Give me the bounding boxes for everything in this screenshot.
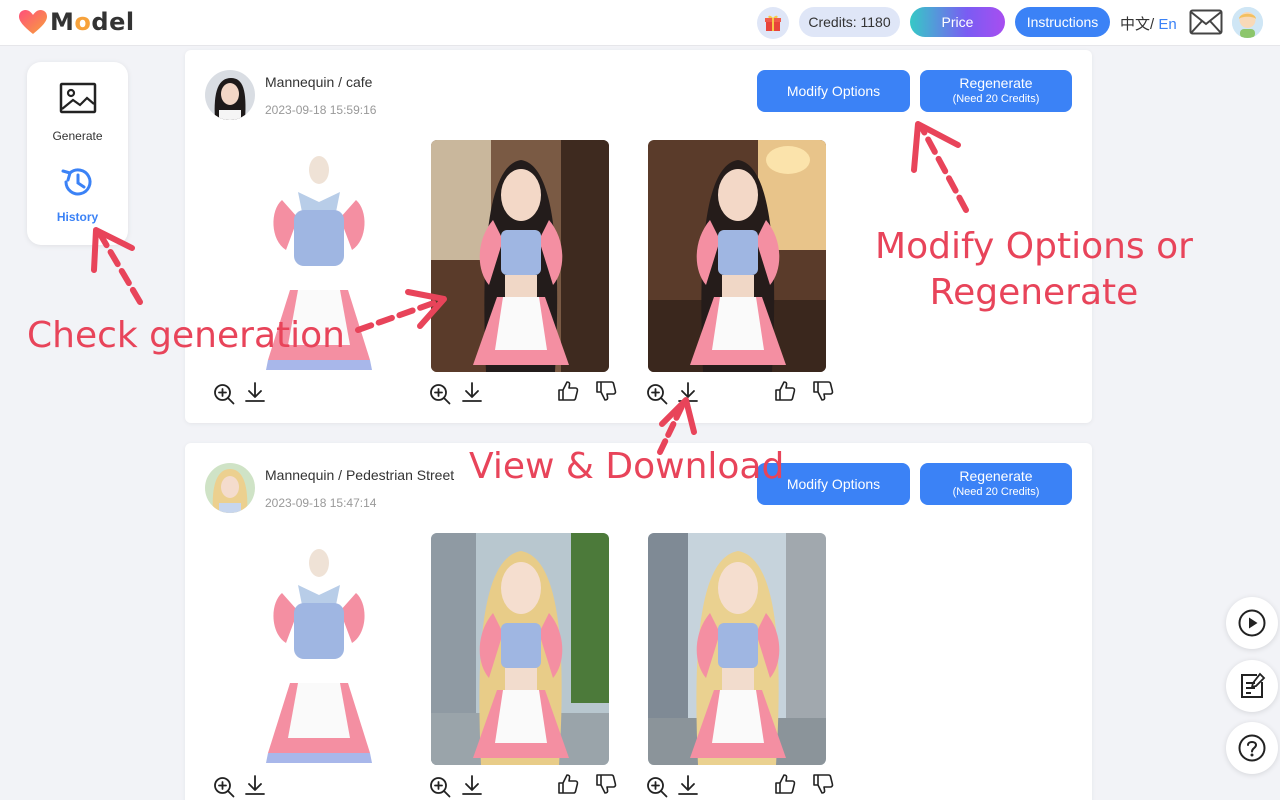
zoom-in-icon (214, 777, 235, 798)
thumbs-up-button[interactable] (557, 380, 579, 402)
zoom-in-button[interactable] (213, 776, 235, 798)
lang-en-option[interactable]: En (1158, 16, 1176, 33)
credits-badge[interactable]: Credits: 1180 (799, 7, 900, 37)
generated-model-cafe-image (431, 140, 609, 372)
download-button[interactable] (677, 381, 699, 403)
play-icon (1238, 609, 1266, 637)
price-button[interactable]: Price (910, 7, 1005, 37)
user-avatar[interactable] (1232, 7, 1263, 38)
download-button[interactable] (244, 774, 266, 796)
record-title: Mannequin / Pedestrian Street (265, 467, 455, 483)
thumbs-up-icon (775, 774, 796, 794)
help-question-icon (1238, 734, 1266, 762)
sidebar-item-label: History (56, 210, 99, 224)
zoom-in-icon (647, 777, 668, 798)
download-icon (245, 382, 265, 402)
image-icon (59, 82, 96, 114)
top-header: Model Credits: 1180 Price Instructions 中… (0, 0, 1280, 46)
thumbs-up-icon (558, 774, 579, 794)
regenerate-cost: (Need 20 Credits) (952, 486, 1040, 498)
zoom-in-button[interactable] (429, 383, 451, 405)
download-icon (678, 382, 698, 402)
mannequin-image[interactable] (230, 533, 408, 765)
sidebar-item-history[interactable]: History (27, 164, 128, 224)
thumbs-up-icon (775, 381, 796, 401)
zoom-in-button[interactable] (429, 776, 451, 798)
thumbs-down-icon (813, 774, 834, 794)
logo[interactable]: Model (18, 7, 135, 37)
feedback-button[interactable] (1226, 660, 1278, 712)
help-button[interactable] (1226, 722, 1278, 774)
zoom-in-icon (430, 384, 451, 405)
user-avatar-icon (1232, 7, 1263, 38)
record-time: 2023-09-18 15:47:14 (265, 496, 377, 510)
download-icon (462, 775, 482, 795)
thumbs-down-button[interactable] (595, 380, 617, 402)
history-icon (61, 168, 91, 196)
mail-icon[interactable] (1189, 9, 1223, 35)
model-avatar-image (205, 463, 255, 513)
record-avatar (205, 70, 255, 120)
thumbs-down-button[interactable] (812, 773, 834, 795)
record-time: 2023-09-18 15:59:16 (265, 103, 377, 117)
generated-image[interactable] (648, 140, 826, 372)
sidebar-item-generate[interactable]: Generate (27, 82, 128, 143)
zoom-in-button[interactable] (213, 383, 235, 405)
regenerate-button[interactable]: Regenerate (Need 20 Credits) (920, 70, 1072, 112)
thumbs-up-icon (558, 381, 579, 401)
thumbs-up-button[interactable] (557, 773, 579, 795)
generated-model-street-image (431, 533, 609, 765)
download-icon (678, 775, 698, 795)
record-title: Mannequin / cafe (265, 74, 373, 90)
annotation-view-download: View & Download (469, 446, 785, 487)
zoom-in-button[interactable] (646, 383, 668, 405)
record-avatar (205, 463, 255, 513)
modify-options-button[interactable]: Modify Options (757, 70, 910, 112)
download-button[interactable] (677, 774, 699, 796)
sidebar-item-label: Generate (52, 129, 103, 143)
history-record-card: Mannequin / Pedestrian Street 2023-09-18… (185, 443, 1092, 800)
thumbs-down-icon (596, 381, 617, 401)
zoom-in-icon (214, 384, 235, 405)
thumbs-down-icon (813, 381, 834, 401)
zoom-in-icon (430, 777, 451, 798)
logo-text: Model (50, 8, 135, 36)
download-button[interactable] (461, 774, 483, 796)
model-avatar-image (205, 70, 255, 120)
edit-note-icon (1241, 672, 1266, 698)
thumbs-up-button[interactable] (774, 380, 796, 402)
annotation-modify: Modify Options or Regenerate (875, 226, 1193, 313)
generated-image[interactable] (648, 533, 826, 765)
instructions-button[interactable]: Instructions (1015, 7, 1110, 37)
thumbs-down-button[interactable] (812, 380, 834, 402)
annotation-check-generation: Check generation (27, 315, 345, 356)
language-switch: 中文/ En (1120, 13, 1177, 34)
zoom-in-button[interactable] (646, 776, 668, 798)
regenerate-label: Regenerate (959, 75, 1033, 91)
regenerate-label: Regenerate (959, 468, 1033, 484)
generated-image[interactable] (431, 533, 609, 765)
thumbs-down-button[interactable] (595, 773, 617, 795)
generated-image[interactable] (431, 140, 609, 372)
regenerate-cost: (Need 20 Credits) (952, 93, 1040, 105)
download-icon (245, 775, 265, 795)
sidebar: Generate History (27, 62, 128, 245)
generated-model-cafe-image (648, 140, 826, 372)
generated-model-street-image (648, 533, 826, 765)
lang-zh-option[interactable]: 中文 (1120, 16, 1150, 33)
mannequin-outfit-image (230, 533, 408, 765)
regenerate-button[interactable]: Regenerate (Need 20 Credits) (920, 463, 1072, 505)
thumbs-up-button[interactable] (774, 773, 796, 795)
play-tutorial-button[interactable] (1226, 597, 1278, 649)
download-button[interactable] (244, 381, 266, 403)
download-button[interactable] (461, 381, 483, 403)
download-icon (462, 382, 482, 402)
heart-logo-icon (19, 10, 47, 34)
thumbs-down-icon (596, 774, 617, 794)
gift-icon (765, 15, 781, 31)
gift-button[interactable] (757, 7, 789, 39)
zoom-in-icon (647, 384, 668, 405)
